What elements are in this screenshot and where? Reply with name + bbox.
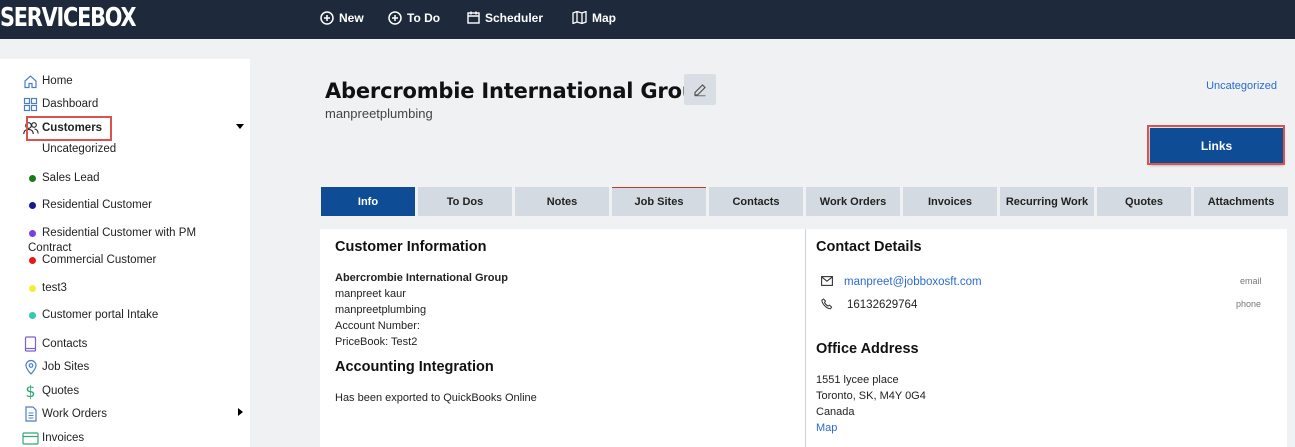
invoice-icon (22, 430, 39, 447)
tab-contacts[interactable]: Contacts (709, 187, 803, 216)
customer-type-label: test3 (42, 282, 67, 294)
chevron-down-icon[interactable] (236, 124, 244, 129)
status-dot (29, 229, 36, 237)
edit-icon (694, 83, 706, 96)
status-dot (29, 311, 36, 319)
contact-phone[interactable]: 16132629764 (847, 297, 917, 313)
todo-button[interactable]: To Do (388, 0, 440, 35)
customer-type-item[interactable]: Commercial Customer (29, 251, 156, 269)
map-button[interactable]: Map (572, 0, 616, 35)
status-dot (29, 284, 36, 292)
accounting-heading: Accounting Integration (335, 359, 494, 375)
tab-recurring-work[interactable]: Recurring Work (1000, 187, 1094, 216)
customer-type-label: Customer portal Intake (42, 309, 159, 321)
plus-circle-icon (320, 10, 334, 25)
tab-attachments[interactable]: Attachments (1194, 187, 1288, 216)
sidebar-item-label: Home (42, 75, 73, 87)
tab-todos[interactable]: To Dos (418, 187, 512, 216)
sidebar-item-invoices[interactable]: Invoices (22, 428, 84, 447)
links-highlight (1147, 125, 1285, 165)
new-button[interactable]: New (320, 0, 364, 35)
sidebar-item-home[interactable]: Home (22, 71, 73, 91)
office-address-heading: Office Address (816, 341, 919, 357)
map-label: Map (592, 10, 616, 25)
sidebar-item-label: Job Sites (42, 361, 90, 373)
map-link[interactable]: Map (816, 420, 837, 436)
app-logo[interactable]: SERVICEBOX (0, 3, 137, 33)
status-dot (29, 256, 36, 264)
sidebar-item-contacts[interactable]: Contacts (22, 334, 87, 354)
tab-quotes[interactable]: Quotes (1097, 187, 1191, 216)
sidebar-item-label: Invoices (42, 432, 85, 444)
contact-details-heading: Contact Details (816, 239, 922, 255)
customer-type-label: Residential Customer (42, 199, 152, 211)
address-line1: 1551 lycee place (816, 374, 899, 386)
new-label: New (339, 10, 364, 25)
sidebar-item-label: Dashboard (42, 98, 99, 110)
envelope-icon (821, 276, 833, 286)
customer-type-item[interactable]: Customer portal Intake (29, 306, 158, 324)
tab-work-orders[interactable]: Work Orders (806, 187, 900, 216)
contact-name: manpreet kaur (335, 288, 406, 300)
tab-info[interactable]: Info (321, 187, 415, 216)
customer-type-label: Sales Lead (42, 172, 100, 184)
sidebar-item-label: Work Orders (42, 408, 107, 420)
account-number: Account Number: (335, 320, 420, 332)
status-dot (29, 201, 36, 209)
dashboard-icon (22, 96, 39, 113)
customer-type-item[interactable]: Residential Customer (29, 196, 152, 214)
customer-type-label: Commercial Customer (42, 254, 157, 266)
calendar-icon (467, 11, 480, 24)
page-subtitle: manpreetplumbing (325, 106, 433, 121)
customer-type-item[interactable]: Sales Lead (29, 169, 100, 187)
pricebook: PriceBook: Test2 (335, 336, 418, 348)
top-bar: SERVICEBOX New To Do Scheduler Map (0, 0, 1295, 39)
sidebar-item-dashboard[interactable]: Dashboard (22, 94, 98, 114)
chevron-right-icon[interactable] (238, 408, 243, 416)
email-label: email (1240, 276, 1262, 286)
accounting-status: Has been exported to QuickBooks Online (335, 392, 537, 404)
edit-button[interactable] (684, 74, 716, 105)
phone-icon (821, 298, 833, 310)
sidebar-item-label: Contacts (42, 338, 88, 350)
sidebar-item-job-sites[interactable]: Job Sites (22, 357, 89, 377)
customer-type-uncategorized[interactable]: Uncategorized (42, 143, 116, 155)
todo-label: To Do (407, 10, 441, 25)
customer-type-label: Residential Customer with PM (42, 227, 197, 239)
location-pin-icon (22, 359, 39, 376)
sidebar-item-work-orders[interactable]: Work Orders (22, 404, 107, 424)
address-line3: Canada (816, 406, 855, 418)
tab-job-sites[interactable]: Job Sites (612, 187, 706, 216)
contact-email-link[interactable]: manpreet@jobboxosft.com (844, 274, 982, 290)
scheduler-button[interactable]: Scheduler (467, 0, 543, 35)
sidebar-item-quotes[interactable]: $ Quotes (22, 381, 79, 401)
customer-type-item[interactable]: Residential Customer with PM (29, 224, 196, 242)
dollar-icon: $ (25, 381, 36, 401)
sidebar-item-label: Quotes (42, 385, 80, 397)
phone-label: phone (1236, 299, 1262, 309)
scheduler-label: Scheduler (485, 10, 544, 25)
map-icon (572, 11, 587, 24)
home-icon (22, 73, 39, 90)
customers-highlight (26, 116, 112, 141)
panel-divider (805, 229, 806, 447)
category-link[interactable]: Uncategorized (1206, 80, 1277, 92)
status-dot (29, 174, 36, 182)
customer-info-heading: Customer Information (335, 239, 487, 255)
tab-invoices[interactable]: Invoices (903, 187, 997, 216)
tab-notes[interactable]: Notes (515, 187, 609, 216)
customer-type-item[interactable]: test3 (29, 279, 67, 297)
plus-circle-icon (388, 10, 402, 25)
document-icon (22, 406, 39, 423)
address-line2: Toronto, SK, M4Y 0G4 (816, 390, 926, 402)
page-title: Abercrombie International Group (325, 79, 712, 103)
company-name: Abercrombie International Group (335, 272, 508, 284)
contacts-icon (22, 336, 39, 353)
account-name: manpreetplumbing (335, 304, 427, 316)
info-panel (320, 229, 1287, 447)
